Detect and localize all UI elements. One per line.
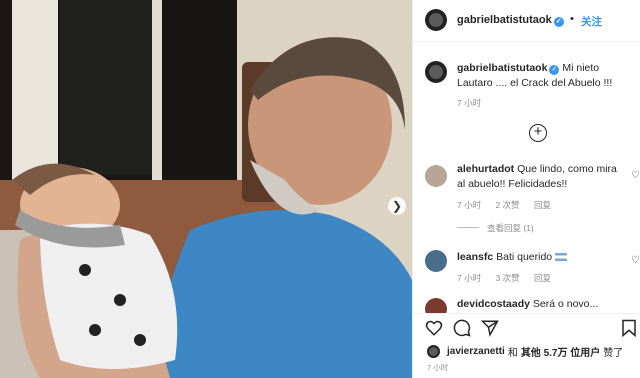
chevron-right-icon: ❯ <box>391 199 403 213</box>
post-actions: javierzanetti 和 其他 5.7万 位用户 赞了 7 小时 <box>413 313 640 378</box>
author-username[interactable]: gabrielbatistutaok ✓ <box>457 14 564 27</box>
comment-username[interactable]: alehurtadot <box>457 163 514 175</box>
verified-badge-icon: ✓ <box>549 65 560 75</box>
separator-dot: • <box>570 13 574 25</box>
comment-reply-button[interactable]: 回复 <box>534 273 551 283</box>
likes-others[interactable]: 其他 5.7万 位用户 <box>521 344 600 359</box>
follow-button[interactable]: 关注 <box>581 14 602 29</box>
heart-icon[interactable] <box>425 319 443 337</box>
post-header: gabrielbatistutaok ✓ • 关注 <box>413 0 640 42</box>
replies-divider <box>457 227 479 228</box>
comment-like-heart-icon[interactable]: ♡ <box>631 255 640 266</box>
post-side-panel: gabrielbatistutaok ✓ • 关注 gabrielbatistut… <box>412 0 640 378</box>
post-caption: gabrielbatistutaok ✓ Mi nieto Lautaro ...… <box>457 61 635 91</box>
comment-text: alehurtadot Que lindo, como mira al abue… <box>457 162 627 192</box>
comment-reply-button[interactable]: 回复 <box>534 200 551 210</box>
comment-avatar[interactable] <box>425 165 447 187</box>
comment-like-heart-icon[interactable]: ♡ <box>631 170 640 181</box>
verified-badge-icon: ✓ <box>553 17 564 27</box>
comment-body: Será o novo... <box>532 298 599 310</box>
comment-avatar[interactable] <box>425 250 447 272</box>
comment-text: leansfc Bati querido <box>457 250 627 265</box>
likes-and: 和 <box>507 348 518 359</box>
comment-body: Bati querido <box>496 251 553 263</box>
comment-username[interactable]: devidcostaady <box>457 298 530 310</box>
instagram-post-modal: ❯ gabrielbatistutaok ✓ • 关注 gabrielbatist… <box>0 0 640 378</box>
caption-time[interactable]: 7 小时 <box>457 97 481 109</box>
comment-meta: 7 小时 2 次赞 回复 <box>457 199 563 211</box>
comment-likes-count[interactable]: 2 次赞 <box>495 200 519 210</box>
view-replies-label[interactable]: 查看回复 (1) <box>487 223 534 233</box>
liker-avatar[interactable] <box>427 345 440 358</box>
liker-username[interactable]: javierzanetti <box>447 346 505 357</box>
caption-avatar[interactable] <box>425 61 447 83</box>
bookmark-icon[interactable] <box>621 319 637 337</box>
photo-illustration <box>0 0 412 378</box>
likes-suffix: 赞了 <box>603 348 624 359</box>
next-photo-button[interactable]: ❯ <box>388 197 406 215</box>
share-icon[interactable] <box>481 319 499 337</box>
author-username-text[interactable]: gabrielbatistutaok <box>457 14 552 26</box>
likes-summary: javierzanetti 和 其他 5.7万 位用户 赞了 <box>427 344 623 359</box>
view-replies-button[interactable]: 查看回复 (1) <box>457 222 534 234</box>
comment-time[interactable]: 7 小时 <box>457 200 481 210</box>
author-avatar[interactable] <box>425 9 447 31</box>
comment-meta: 7 小时 3 次赞 回复 <box>457 272 563 284</box>
comment-username[interactable]: leansfc <box>457 251 493 263</box>
argentina-flag-icon <box>555 253 568 261</box>
plus-circle-icon[interactable]: + <box>529 124 547 142</box>
comment-text: devidcostaady Será o novo... <box>457 297 627 312</box>
caption-username[interactable]: gabrielbatistutaok <box>457 62 547 74</box>
post-photo[interactable]: ❯ <box>0 0 412 378</box>
comment-likes-count[interactable]: 3 次赞 <box>495 273 519 283</box>
comment-time[interactable]: 7 小时 <box>457 273 481 283</box>
post-time[interactable]: 7 小时 <box>427 362 448 373</box>
comment-icon[interactable] <box>453 319 471 337</box>
